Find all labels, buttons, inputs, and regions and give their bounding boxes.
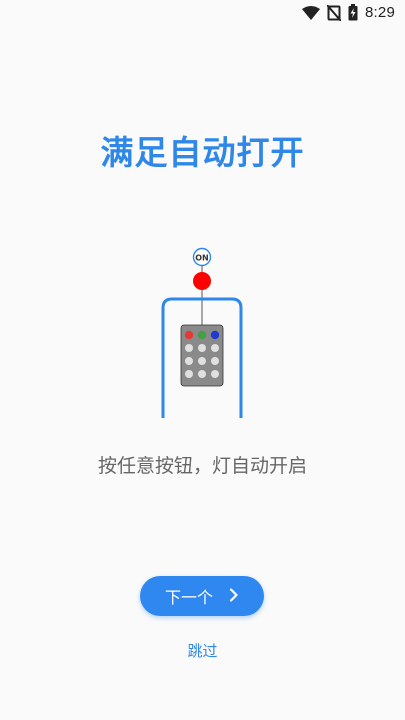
remote-control-illustration: ON [161, 247, 243, 418]
remote-button [198, 344, 206, 352]
battery-charging-icon [348, 4, 358, 21]
on-badge: ON [195, 253, 209, 262]
wifi-icon [302, 5, 320, 20]
onboarding-title: 满足自动打开 [100, 133, 305, 172]
remote-button [198, 357, 206, 365]
remote-button-blue [210, 330, 220, 340]
status-time: 8:29 [365, 4, 395, 21]
onboarding-description: 按任意按钮，灯自动开启 [97, 455, 307, 477]
status-bar: 8:29 [0, 0, 405, 28]
light-indicator [193, 272, 211, 290]
remote-button [185, 344, 193, 352]
no-sim-icon [327, 4, 341, 21]
next-button[interactable]: 下一个 [140, 576, 264, 616]
remote-button [185, 370, 193, 378]
remote-button [198, 370, 206, 378]
next-button-label: 下一个 [164, 588, 213, 607]
remote-button [211, 344, 219, 352]
status-icons: 8:29 [302, 4, 395, 21]
skip-link[interactable]: 跳过 [0, 640, 405, 661]
chevron-right-icon [229, 587, 239, 606]
remote-button [211, 370, 219, 378]
remote-button-red [184, 330, 194, 340]
remote-button-green [197, 330, 207, 340]
remote-button [185, 357, 193, 365]
remote-button [211, 357, 219, 365]
